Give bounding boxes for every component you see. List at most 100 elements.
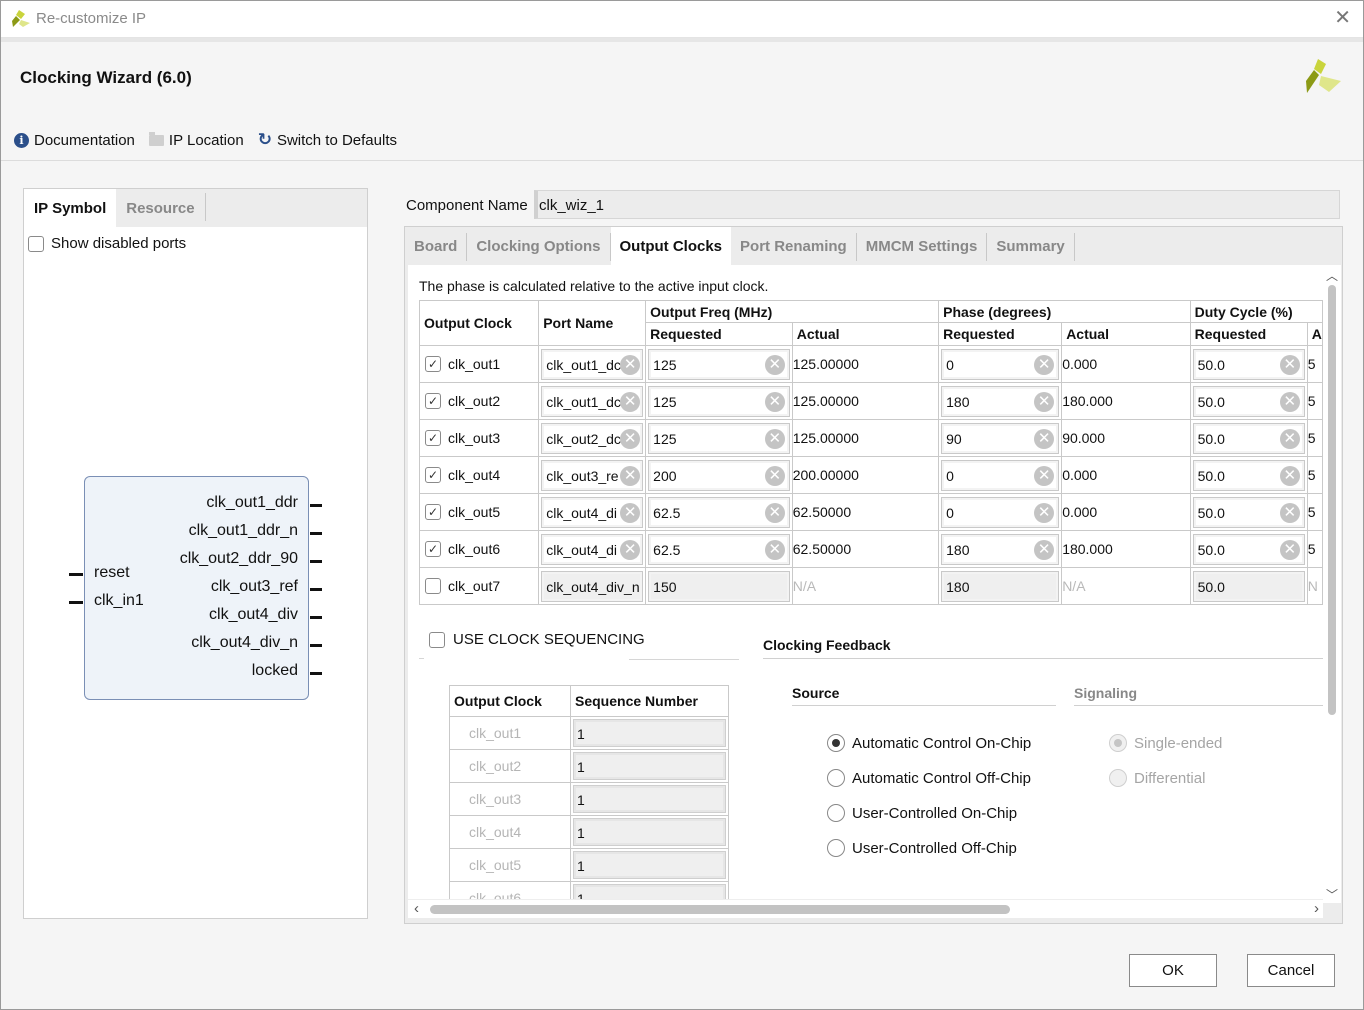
port-name-input[interactable]: clk_out4_di ✕ <box>541 496 644 528</box>
clear-icon[interactable]: ✕ <box>1034 354 1055 375</box>
clear-icon[interactable]: ✕ <box>764 428 785 449</box>
clear-icon[interactable]: ✕ <box>620 539 641 560</box>
port-name-input[interactable]: clk_out4_di ✕ <box>541 533 644 565</box>
tab-board[interactable]: Board <box>405 227 466 265</box>
output-clock-cell: clk_out6 <box>418 530 540 568</box>
clock-enable-checkbox[interactable] <box>425 430 441 446</box>
cancel-button[interactable]: Cancel <box>1247 954 1335 987</box>
radio-automatic-control-off-chip[interactable]: Automatic Control Off-Chip <box>827 769 1031 787</box>
documentation-button[interactable]: i Documentation <box>14 132 135 149</box>
phase-actual: 0.000 <box>1061 456 1191 494</box>
duty-requested-input[interactable]: 50.0 ✕ <box>1192 496 1305 528</box>
sequence-number-input: 1 <box>573 785 726 813</box>
input-port: clk_in1 <box>94 592 144 609</box>
clock-enable-checkbox[interactable] <box>425 504 441 520</box>
ok-button[interactable]: OK <box>1129 954 1217 987</box>
clock-enable-checkbox[interactable] <box>425 467 441 483</box>
horizontal-scroll-thumb[interactable] <box>430 905 1010 914</box>
duty-requested-input[interactable]: 50.0 ✕ <box>1192 422 1305 454</box>
duty-requested-input[interactable]: 50.0 ✕ <box>1192 533 1305 565</box>
clear-icon[interactable]: ✕ <box>764 502 785 523</box>
radio-user-controlled-on-chip[interactable]: User-Controlled On-Chip <box>827 804 1017 822</box>
duty-requested-input[interactable]: 50.0 ✕ <box>1192 348 1305 380</box>
phase-requested-input[interactable]: 180 ✕ <box>941 385 1060 417</box>
clear-icon[interactable]: ✕ <box>1034 391 1055 412</box>
scroll-down-icon[interactable]: ﹀ <box>1326 886 1338 903</box>
component-name-input[interactable]: clk_wiz_1 <box>534 190 1340 219</box>
port-name-input[interactable]: clk_out1_dc ✕ <box>541 348 644 380</box>
clear-icon[interactable]: ✕ <box>1034 502 1055 523</box>
freq-requested-input[interactable]: 125 ✕ <box>648 348 790 380</box>
ip-location-button[interactable]: IP Location <box>148 131 244 149</box>
radio-automatic-control-on-chip[interactable]: Automatic Control On-Chip <box>827 734 1031 752</box>
vertical-scroll-thumb[interactable] <box>1328 285 1336 715</box>
clear-icon[interactable]: ✕ <box>1279 465 1300 486</box>
phase-requested-input[interactable]: 0 ✕ <box>941 496 1060 528</box>
clear-icon[interactable]: ✕ <box>1279 354 1300 375</box>
use-clock-sequencing-checkbox[interactable]: USE CLOCK SEQUENCING <box>429 631 645 648</box>
clear-icon[interactable]: ✕ <box>1279 502 1300 523</box>
clear-icon[interactable]: ✕ <box>1279 391 1300 412</box>
radio-button[interactable] <box>827 734 845 752</box>
horizontal-scrollbar[interactable]: ‹ › <box>408 899 1323 918</box>
clear-icon[interactable]: ✕ <box>1034 465 1055 486</box>
clear-icon[interactable]: ✕ <box>764 539 785 560</box>
tab-mmcm-settings[interactable]: MMCM Settings <box>857 227 987 265</box>
header-sequence-number: Sequence Number <box>570 685 729 717</box>
clear-icon[interactable]: ✕ <box>1034 539 1055 560</box>
clear-icon[interactable]: ✕ <box>764 391 785 412</box>
tab-output-clocks[interactable]: Output Clocks <box>610 227 732 265</box>
clock-enable-checkbox[interactable] <box>425 356 441 372</box>
vertical-scrollbar[interactable]: ︿ ﹀ <box>1323 265 1341 903</box>
freq-requested-input[interactable]: 125 ✕ <box>648 422 790 454</box>
clock-enable-checkbox[interactable] <box>425 541 441 557</box>
phase-requested-input[interactable]: 180 ✕ <box>941 533 1060 565</box>
duty-requested-input[interactable]: 50.0 ✕ <box>1192 459 1305 491</box>
clear-icon[interactable]: ✕ <box>620 502 641 523</box>
freq-requested-input[interactable]: 125 ✕ <box>648 385 790 417</box>
scroll-up-icon[interactable]: ︿ <box>1326 267 1338 284</box>
table-row: clk_out3clk_out2_dc✕125✕125.0000090✕90.0… <box>418 419 1323 457</box>
clear-icon[interactable]: ✕ <box>620 354 641 375</box>
freq-requested-input[interactable]: 62.5 ✕ <box>648 533 790 565</box>
checkbox-box[interactable] <box>429 631 445 648</box>
port-name-input[interactable]: clk_out1_dc ✕ <box>541 385 644 417</box>
tab-resource[interactable]: Resource <box>116 189 204 227</box>
phase-requested-input[interactable]: 0 ✕ <box>941 459 1060 491</box>
radio-button[interactable] <box>827 839 845 857</box>
clock-enable-checkbox[interactable] <box>425 578 441 594</box>
scroll-right-icon[interactable]: › <box>1314 900 1319 917</box>
freq-requested-input: 150 <box>648 570 790 602</box>
radio-button[interactable] <box>827 804 845 822</box>
freq-requested-input[interactable]: 200 ✕ <box>648 459 790 491</box>
port-name-input[interactable]: clk_out2_dc ✕ <box>541 422 644 454</box>
tab-port-renaming[interactable]: Port Renaming <box>731 227 856 265</box>
phase-requested-input[interactable]: 90 ✕ <box>941 422 1060 454</box>
checkbox-box[interactable] <box>28 235 44 252</box>
radio-button[interactable] <box>827 769 845 787</box>
clear-icon[interactable]: ✕ <box>1279 428 1300 449</box>
clear-icon[interactable]: ✕ <box>764 465 785 486</box>
switch-to-defaults-button[interactable]: ↻ Switch to Defaults <box>258 130 397 150</box>
scroll-left-icon[interactable]: ‹ <box>414 900 419 917</box>
clear-icon[interactable]: ✕ <box>620 428 641 449</box>
tab-clocking-options[interactable]: Clocking Options <box>467 227 609 265</box>
port-name-input[interactable]: clk_out3_re ✕ <box>541 459 644 491</box>
radio-user-controlled-off-chip[interactable]: User-Controlled Off-Chip <box>827 839 1017 857</box>
tab-summary[interactable]: Summary <box>987 227 1073 265</box>
tab-ip-symbol[interactable]: IP Symbol <box>24 189 117 227</box>
duty-requested-input[interactable]: 50.0 ✕ <box>1192 385 1305 417</box>
close-icon[interactable]: ✕ <box>1334 7 1351 29</box>
clear-icon[interactable]: ✕ <box>620 465 641 486</box>
freq-requested-input[interactable]: 62.5 ✕ <box>648 496 790 528</box>
show-disabled-ports-checkbox[interactable]: Show disabled ports <box>28 235 186 252</box>
clear-icon[interactable]: ✕ <box>1034 428 1055 449</box>
toolbar-divider <box>1 160 1363 161</box>
clear-icon[interactable]: ✕ <box>620 391 641 412</box>
phase-requested-input[interactable]: 0 ✕ <box>941 348 1060 380</box>
duty-actual: 5 <box>1306 419 1323 457</box>
clear-icon[interactable]: ✕ <box>764 354 785 375</box>
clear-icon[interactable]: ✕ <box>1279 539 1300 560</box>
clock-enable-checkbox[interactable] <box>425 393 441 409</box>
toolbar: i Documentation IP Location ↻ Switch to … <box>14 130 397 150</box>
